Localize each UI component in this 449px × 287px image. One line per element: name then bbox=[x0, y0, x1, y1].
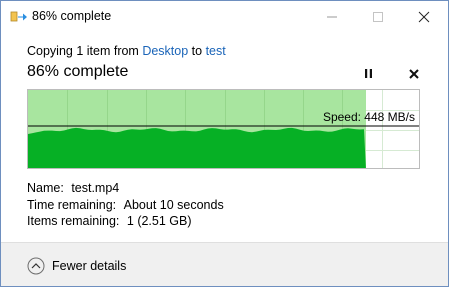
window-title: 86% complete bbox=[32, 9, 112, 23]
transfer-speed-graph: Speed: 448 MB/s bbox=[27, 89, 420, 169]
items-remaining-row: Items remaining: 1 (2.51 GB) bbox=[27, 214, 192, 228]
pause-button[interactable] bbox=[359, 64, 379, 84]
copy-description: Copying 1 item from Desktop to test bbox=[27, 44, 226, 58]
time-remaining-value: About 10 seconds bbox=[123, 198, 224, 212]
pause-icon bbox=[365, 69, 372, 78]
minimize-icon bbox=[327, 16, 337, 18]
destination-folder-link[interactable]: test bbox=[206, 44, 226, 58]
source-folder-link[interactable]: Desktop bbox=[142, 44, 188, 58]
minimize-button[interactable] bbox=[309, 1, 355, 32]
time-remaining-row: Time remaining: About 10 seconds bbox=[27, 198, 224, 212]
maximize-button[interactable] bbox=[355, 1, 401, 32]
maximize-icon bbox=[373, 12, 383, 22]
chevron-up-circle-icon bbox=[27, 257, 45, 275]
items-remaining-value: 1 (2.51 GB) bbox=[126, 214, 192, 228]
time-remaining-label: Time remaining: bbox=[27, 198, 117, 212]
fewer-details-label: Fewer details bbox=[52, 259, 127, 273]
close-icon bbox=[418, 11, 430, 23]
copy-prefix-text: Copying 1 item from bbox=[27, 44, 143, 58]
progress-heading: 86% complete bbox=[27, 63, 129, 80]
title-bar: 86% complete bbox=[1, 1, 448, 32]
name-value: test.mp4 bbox=[71, 181, 120, 195]
cancel-button[interactable] bbox=[404, 64, 424, 84]
name-label: Name: bbox=[27, 181, 64, 195]
footer: Fewer details bbox=[1, 242, 448, 286]
speed-area bbox=[28, 127, 366, 168]
copy-to-text: to bbox=[188, 44, 206, 58]
items-remaining-label: Items remaining: bbox=[27, 214, 120, 228]
speed-label: Speed: 448 MB/s bbox=[322, 110, 415, 124]
name-row: Name: test.mp4 bbox=[27, 181, 119, 195]
close-button[interactable] bbox=[401, 1, 447, 32]
fewer-details-button[interactable]: Fewer details bbox=[27, 256, 126, 276]
cancel-icon bbox=[409, 69, 419, 79]
speed-graph-canvas bbox=[28, 90, 419, 168]
copy-progress-dialog: 86% complete Copying 1 item from Desktop… bbox=[0, 0, 449, 287]
file-copy-icon bbox=[10, 10, 28, 24]
